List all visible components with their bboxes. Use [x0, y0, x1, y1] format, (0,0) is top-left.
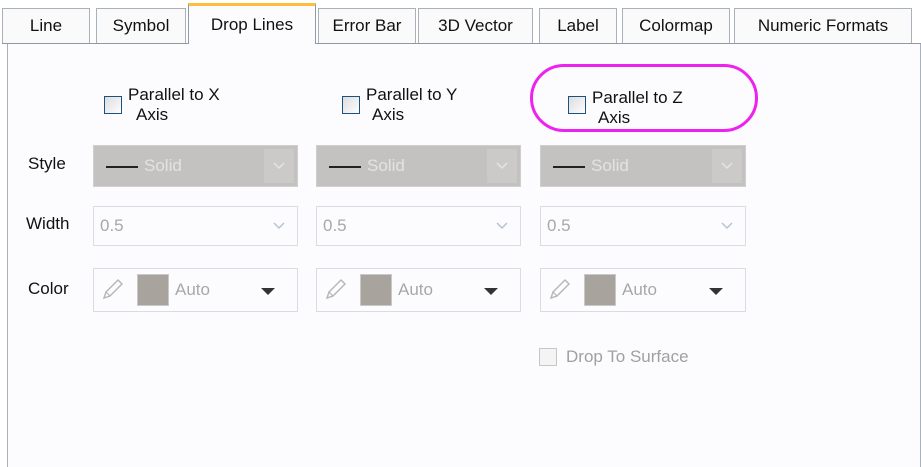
width-z-dropdown[interactable]: 0.5	[540, 206, 746, 246]
chevron-down-icon	[262, 209, 295, 243]
chevron-down-icon	[712, 149, 742, 183]
tab-line[interactable]: Line	[2, 8, 90, 43]
color-x-dropdown[interactable]: Auto	[93, 268, 298, 312]
dropdown-arrow-icon	[261, 288, 275, 295]
style-y-dropdown[interactable]: Solid	[316, 145, 521, 187]
parallel-x-label: Parallel to X Axis	[128, 85, 220, 125]
dropdown-arrow-icon	[709, 288, 723, 295]
style-z-dropdown[interactable]: Solid	[540, 145, 746, 187]
color-y-value: Auto	[398, 280, 433, 299]
tab-label: Error Bar	[332, 16, 402, 35]
color-swatch	[137, 274, 169, 306]
color-swatch	[584, 274, 616, 306]
line-style-preview	[553, 166, 585, 168]
chevron-down-icon	[487, 149, 517, 183]
width-y-value: 0.5	[323, 216, 347, 235]
chevron-down-icon	[264, 149, 294, 183]
style-y-value: Solid	[367, 156, 405, 175]
chevron-down-icon	[710, 209, 743, 243]
width-label: Width	[26, 214, 70, 233]
color-z-value: Auto	[622, 280, 657, 299]
highlight-annotation	[530, 64, 758, 132]
tab-label: Line	[29, 16, 63, 35]
width-y-dropdown[interactable]: 0.5	[316, 206, 521, 246]
tab-numeric-formats[interactable]: Numeric Formats	[734, 8, 912, 43]
tab-label: Symbol	[112, 16, 170, 35]
drop-to-surface-label: Drop To Surface	[566, 347, 689, 366]
style-x-dropdown[interactable]: Solid	[93, 145, 298, 187]
line-style-preview	[329, 166, 361, 168]
tab-label: Colormap	[639, 16, 713, 35]
pen-icon	[323, 276, 349, 307]
style-x-value: Solid	[144, 156, 182, 175]
dropdown-arrow-icon	[484, 288, 498, 295]
tab-3d-vector[interactable]: 3D Vector	[418, 8, 533, 43]
style-label: Style	[28, 154, 66, 173]
parallel-x-checkbox[interactable]	[104, 96, 122, 114]
parallel-y-label-line1: Parallel to Y	[366, 85, 458, 104]
tab-label[interactable]: Label	[539, 8, 617, 43]
parallel-y-label: Parallel to Y Axis	[366, 85, 457, 125]
tab-drop-lines[interactable]: Drop Lines	[188, 3, 316, 44]
tab-label: Numeric Formats	[757, 16, 889, 35]
width-x-value: 0.5	[100, 216, 124, 235]
tab-label: Drop Lines	[210, 15, 294, 34]
pen-icon	[100, 276, 126, 307]
drop-to-surface-checkbox[interactable]	[539, 348, 557, 366]
parallel-y-label-line2: Axis	[372, 105, 405, 124]
tab-strip-divider	[2, 43, 921, 44]
tab-colormap[interactable]: Colormap	[622, 8, 730, 43]
chevron-down-icon	[485, 209, 518, 243]
tab-error-bar[interactable]: Error Bar	[318, 8, 416, 43]
color-swatch	[360, 274, 392, 306]
color-x-value: Auto	[175, 280, 210, 299]
line-style-preview	[106, 166, 138, 168]
style-z-value: Solid	[591, 156, 629, 175]
color-label: Color	[28, 279, 69, 298]
color-z-dropdown[interactable]: Auto	[540, 268, 746, 312]
width-z-value: 0.5	[547, 216, 571, 235]
tab-label: 3D Vector	[438, 16, 513, 35]
width-x-dropdown[interactable]: 0.5	[93, 206, 298, 246]
parallel-x-label-line2: Axis	[136, 105, 169, 124]
parallel-y-checkbox[interactable]	[342, 96, 360, 114]
tab-symbol[interactable]: Symbol	[96, 8, 186, 43]
pen-icon	[547, 276, 573, 307]
parallel-x-label-line1: Parallel to X	[128, 85, 220, 104]
color-y-dropdown[interactable]: Auto	[316, 268, 521, 312]
tab-label: Label	[557, 16, 599, 35]
